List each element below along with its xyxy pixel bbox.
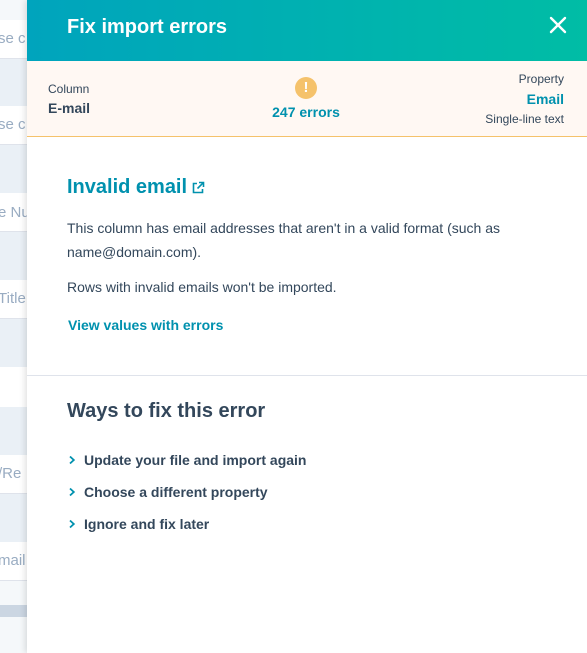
close-button[interactable]: [547, 14, 569, 36]
background-row: e Nu: [0, 193, 27, 232]
background-band: [0, 232, 27, 280]
fix-option-label: Ignore and fix later: [84, 516, 210, 532]
fix-options-title: Ways to fix this error: [67, 400, 266, 422]
panel-title: Fix import errors: [67, 16, 228, 38]
background-scrollbar: [0, 605, 27, 617]
error-title-link[interactable]: Invalid email: [67, 176, 557, 199]
error-summary: Column E-mail ! 247 errors Property Emai…: [27, 61, 587, 137]
fix-option-label: Update your file and import again: [84, 452, 307, 468]
error-title: Invalid email: [67, 176, 188, 198]
panel-header: Fix import errors: [27, 0, 587, 61]
background-band: [0, 59, 27, 106]
property-type: Single-line text: [485, 112, 564, 126]
error-note: Rows with invalid emails won't be import…: [67, 279, 337, 295]
error-description: This column has email addresses that are…: [67, 220, 500, 260]
error-details: Invalid email This column has email addr…: [67, 176, 557, 335]
property-label: Property: [518, 72, 564, 86]
fix-import-errors-panel: Fix import errors Column E-mail ! 247 er…: [27, 0, 587, 653]
column-value: E-mail: [48, 100, 91, 116]
background-row: se c: [0, 106, 27, 145]
background-text: Title: [0, 290, 26, 307]
chevron-right-icon: [69, 519, 76, 529]
background-row: /Re: [0, 455, 27, 494]
fix-option-label: Choose a different property: [84, 484, 268, 500]
fix-options-list: Update your file and import again Choose…: [67, 444, 557, 540]
external-link-icon: [192, 181, 205, 193]
background-row: se c: [0, 20, 27, 59]
background-text: e Nu: [0, 204, 27, 221]
background-band: [0, 407, 27, 455]
divider: [27, 375, 587, 376]
background-band: [0, 145, 27, 193]
background-band: [0, 319, 27, 367]
error-count: 247 errors: [272, 104, 340, 120]
background-band: [0, 494, 27, 542]
close-icon: [549, 16, 567, 34]
background-text: mail: [0, 552, 26, 569]
chevron-right-icon: [69, 455, 76, 465]
fix-option-ignore[interactable]: Ignore and fix later: [67, 508, 557, 540]
background-page: se c se c e Nu Title /Re mail: [0, 0, 27, 653]
column-label: Column: [48, 82, 90, 96]
view-errors-link[interactable]: View values with errors: [68, 317, 223, 333]
background-text: se c: [0, 30, 26, 47]
background-row: [0, 367, 27, 408]
chevron-right-icon: [69, 487, 76, 497]
fix-options: Ways to fix this error Update your file …: [67, 400, 557, 540]
warning-icon: !: [295, 77, 317, 99]
background-row: Title: [0, 280, 27, 319]
background-row: mail: [0, 542, 27, 581]
background-text: se c: [0, 116, 26, 133]
fix-option-choose-property[interactable]: Choose a different property: [67, 476, 557, 508]
property-value: Email: [526, 91, 564, 107]
fix-option-update-file[interactable]: Update your file and import again: [67, 444, 557, 476]
background-text: /Re: [0, 465, 22, 482]
